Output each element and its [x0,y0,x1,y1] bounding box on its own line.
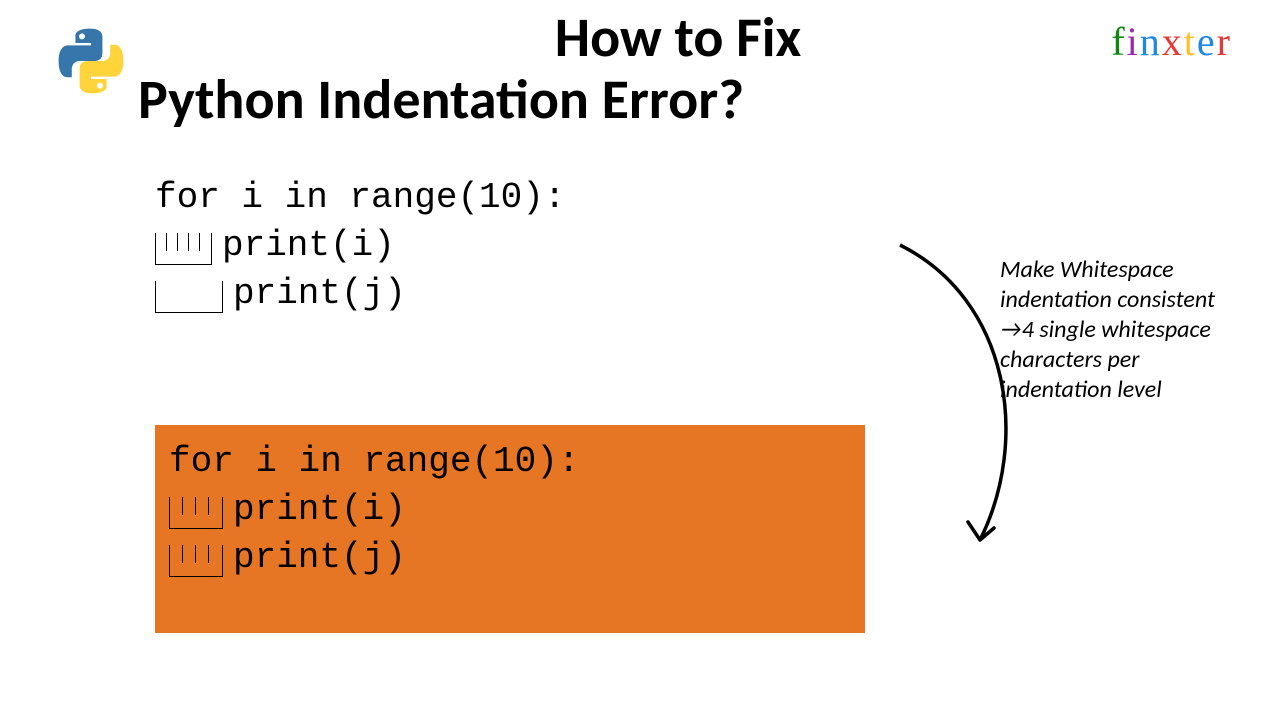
brand-letter: f [1111,19,1126,64]
title-line-2: Python Indentation Error? [138,70,1038,132]
page-title: How to Fix Python Indentation Error? [138,8,1038,131]
title-line-1: How to Fix [138,8,1038,70]
code-text: print(i) [222,222,395,271]
indent-marker-icon [155,233,212,265]
explanatory-note: Make Whitespace indentation consistent →… [1000,255,1240,405]
code-line: print(i) [155,223,565,271]
code-line: print(j) [155,271,565,319]
python-logo-icon [58,28,124,99]
indent-marker-icon [169,545,223,577]
code-line: for i in range(10): [169,439,851,487]
brand-logo: finxter [1111,18,1232,65]
code-line: for i in range(10): [155,175,565,223]
brand-letter: t [1184,19,1197,64]
indent-marker-icon [155,281,223,313]
code-line: print(j) [169,535,851,583]
code-text: print(i) [233,486,406,535]
code-block-bad: for i in range(10): print(i) print(j) [155,175,565,319]
code-line: print(i) [169,487,851,535]
brand-letter: i [1127,19,1140,64]
brand-letter: e [1197,19,1217,64]
code-text: print(j) [233,270,406,319]
brand-letter: r [1217,19,1232,64]
code-block-good: for i in range(10): print(i) print(j) [155,425,865,633]
brand-letter: x [1162,19,1184,64]
indent-marker-icon [169,497,223,529]
brand-letter: n [1140,19,1162,64]
code-text: print(j) [233,534,406,583]
code-text: for i in range(10): [169,438,579,487]
code-text: for i in range(10): [155,174,565,223]
